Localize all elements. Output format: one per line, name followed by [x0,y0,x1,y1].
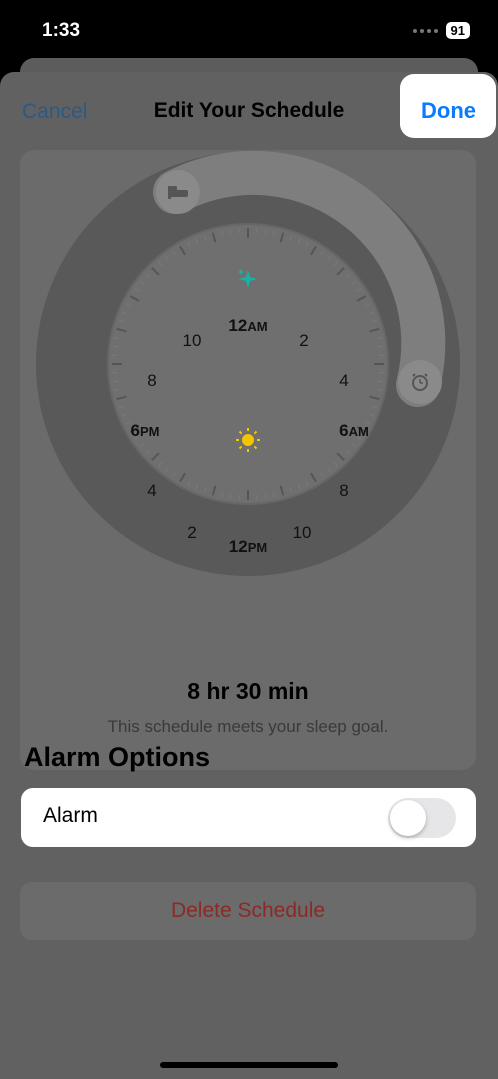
clock-tick [377,380,383,383]
label-2-top-right: 2 [299,331,308,350]
label-4-top-right: 4 [339,371,348,390]
clock-tick [264,493,267,499]
label-10-bottom-right: 10 [293,523,312,542]
signal-icon [412,28,438,33]
wake-handle[interactable] [398,360,442,404]
alarm-toggle[interactable] [388,798,456,838]
edit-schedule-sheet: Cancel Edit Your Schedule Done 12AM 6AM … [0,72,498,1079]
sleep-schedule-clock: 12AM 6AM 12PM 6PM 2 4 8 10 2 4 8 10 [36,150,460,576]
status-icons: 91 [412,22,470,39]
label-12pm: 12PM [229,537,267,556]
nav-bar: Cancel Edit Your Schedule Done [0,72,498,147]
cancel-button[interactable]: Cancel [22,100,87,124]
alarm-label: Alarm [43,804,98,827]
label-10-top-left: 10 [183,331,202,350]
home-indicator[interactable] [160,1062,338,1068]
clock-tick [377,345,383,348]
label-12am: 12AM [228,316,267,335]
label-2-bottom-left: 2 [187,523,196,542]
battery-icon: 91 [445,22,470,39]
done-button[interactable]: Done [421,98,476,124]
label-6am: 6AM [339,421,369,440]
delete-schedule-button[interactable]: Delete Schedule [20,882,476,940]
label-8-bottom-right: 8 [339,481,348,500]
alarm-toggle-knob[interactable] [390,800,426,836]
label-6pm: 6PM [131,421,160,440]
status-time: 1:33 [42,20,81,41]
clock-tick [113,380,119,383]
clock-tick [229,493,232,499]
done-button-highlight[interactable]: Done [400,74,496,138]
clock-tick [113,345,119,348]
label-8-top-left: 8 [147,371,156,390]
sleep-goal-text: This schedule meets your sleep goal. [107,717,389,736]
delete-schedule-label: Delete Schedule [170,899,326,922]
clock-tick [264,229,267,235]
schedule-clock-card: 12AM 6AM 12PM 6PM 2 4 8 10 2 4 8 10 8 hr… [20,150,476,770]
label-4-bottom-left: 4 [147,481,156,500]
clock-tick [229,229,232,235]
alarm-options-header: Alarm Options [24,742,211,772]
alarm-row: Alarm [21,788,476,847]
clock-dial [107,223,389,505]
bedtime-handle[interactable] [156,170,200,214]
sleep-duration: 8 hr 30 min [187,678,309,704]
